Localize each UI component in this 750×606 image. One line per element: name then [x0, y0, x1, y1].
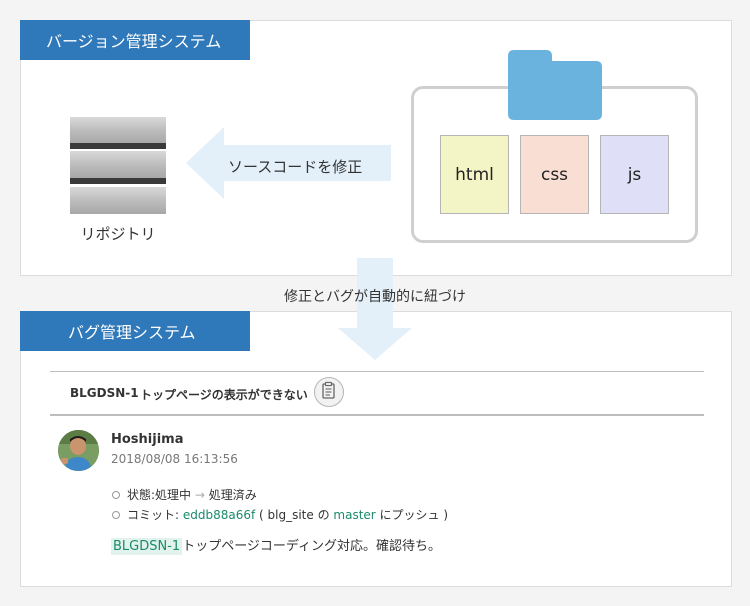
status-line: 状態:処理中 → 処理済み — [112, 486, 257, 503]
commit-line: コミット: eddb88a66f ( blg_site の master にプッ… — [112, 506, 448, 523]
comment-text: トップページコーディング対応。確認待ち。 — [182, 539, 442, 554]
commit-arrow-label: ソースコードを修正 — [228, 158, 363, 176]
file-js: js — [600, 135, 669, 214]
file-html: html — [440, 135, 509, 214]
arrow-right-icon: → — [194, 488, 205, 502]
avatar[interactable] — [58, 430, 99, 471]
bullet-icon — [112, 510, 120, 519]
link-label: 修正とバグが自動的に紐づけ — [284, 289, 466, 305]
commit-suffix: にプッシュ ) — [375, 508, 449, 522]
comment-issue-link[interactable]: BLGDSN-1 — [111, 538, 183, 555]
repository-label: リポジトリ — [80, 225, 156, 243]
status-to: 処理済み — [208, 488, 257, 502]
branch-link[interactable]: master — [333, 508, 375, 522]
issue-title: トップページの表示ができない — [140, 388, 308, 402]
issue-id[interactable]: BLGDSN-1 — [70, 386, 139, 400]
version-control-header: バージョン管理システム — [20, 20, 250, 60]
user-name[interactable]: Hoshijima — [111, 432, 184, 447]
status-from: 状態:処理中 — [127, 488, 192, 502]
commit-hash-link[interactable]: eddb88a66f — [183, 508, 255, 522]
comment: BLGDSN-1 トップページコーディング対応。確認待ち。 — [111, 535, 442, 555]
server-stack-icon — [70, 117, 166, 214]
commit-mid: ( blg_site の — [255, 508, 334, 522]
clipboard-icon[interactable] — [314, 377, 344, 407]
folder-icon — [508, 50, 602, 120]
file-css: css — [520, 135, 589, 214]
bullet-icon — [112, 490, 120, 499]
commit-prefix: コミット: — [127, 508, 183, 522]
timestamp: 2018/08/08 16:13:56 — [111, 452, 238, 466]
bug-tracking-header: バグ管理システム — [20, 311, 250, 351]
link-down-arrow — [338, 258, 412, 360]
